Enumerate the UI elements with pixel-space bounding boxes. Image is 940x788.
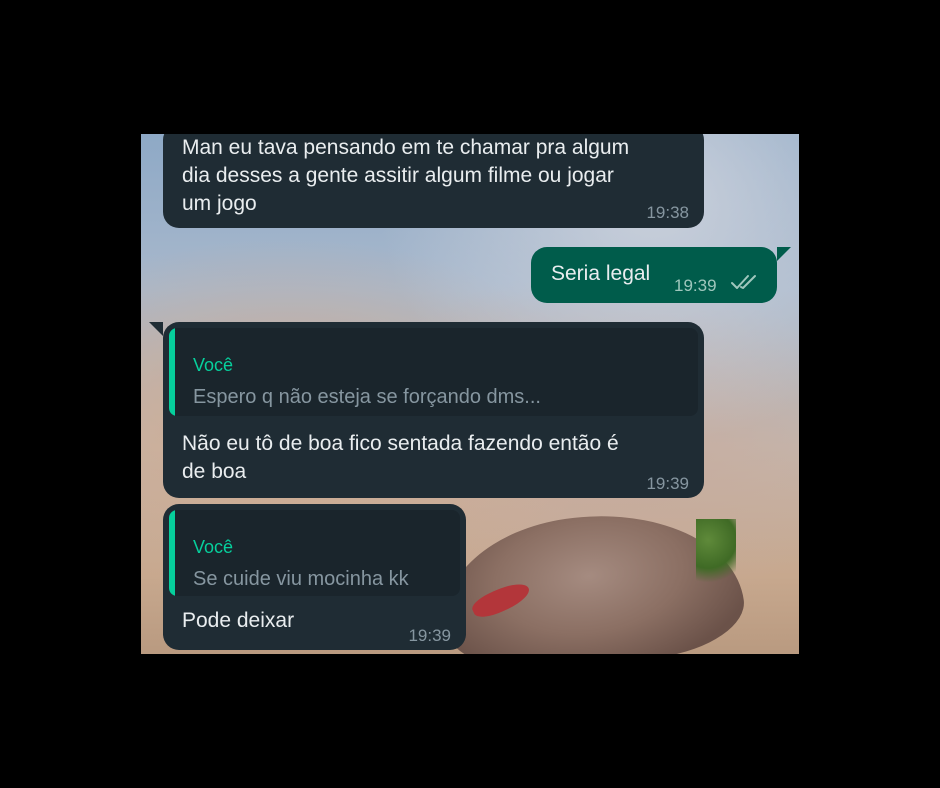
message-time: 19:39 <box>408 626 451 645</box>
message-bubble-incoming[interactable]: Você Espero q não esteja se forçando dms… <box>163 322 704 498</box>
message-text-line: um jogo <box>182 192 257 215</box>
message-time: 19:38 <box>646 203 689 222</box>
message-text-line: dia desses a gente assitir algum filme o… <box>182 164 614 187</box>
quoted-message[interactable]: Você Espero q não esteja se forçando dms… <box>169 328 698 416</box>
quote-text: Espero q não esteja se forçando dms... <box>193 386 541 408</box>
quote-accent-bar <box>169 328 175 416</box>
quoted-message[interactable]: Você Se cuide viu mocinha kk <box>169 510 460 596</box>
message-text: Seria legal <box>551 262 651 285</box>
bubble-tail <box>777 247 791 261</box>
double-check-icon <box>731 275 756 289</box>
message-time: 19:39 <box>646 474 689 493</box>
message-bubble-incoming[interactable]: Você Se cuide viu mocinha kk Pode deixar… <box>163 504 466 650</box>
message-text-line: de boa <box>182 460 247 483</box>
quote-accent-bar <box>169 510 175 596</box>
message-text-line: Pode deixar <box>182 609 295 632</box>
message-text-line: Man eu tava pensando em te chamar pra al… <box>182 136 630 159</box>
wallpaper-plants <box>696 519 736 589</box>
message-bubble-incoming[interactable]: Man eu tava pensando em te chamar pra al… <box>163 134 704 228</box>
message-text-line: Não eu tô de boa fico sentada fazendo en… <box>182 432 619 455</box>
quote-author: Você <box>193 355 234 375</box>
message-time: 19:39 <box>674 276 717 295</box>
bubble-tail <box>149 322 163 336</box>
quote-text: Se cuide viu mocinha kk <box>193 568 409 590</box>
quote-author: Você <box>193 537 234 557</box>
chat-area[interactable]: Man eu tava pensando em te chamar pra al… <box>141 134 799 654</box>
message-bubble-outgoing[interactable]: Seria legal 19:39 <box>531 247 777 303</box>
